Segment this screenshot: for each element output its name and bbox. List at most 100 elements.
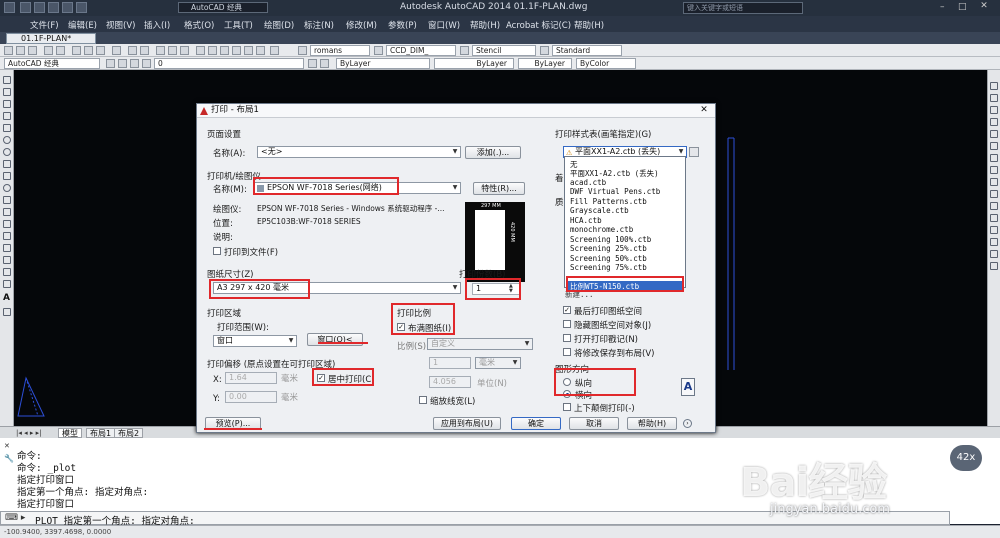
polyline-icon[interactable] — [3, 100, 11, 108]
textstyle-combo[interactable]: Stencil — [472, 45, 536, 56]
plot-style-option[interactable]: Screening 50%.ctb — [570, 254, 647, 263]
menu-help-2[interactable]: 帮助(H) — [574, 19, 604, 31]
color-combo[interactable]: ByLayer — [336, 58, 430, 69]
upside-down-checkbox[interactable] — [563, 403, 571, 411]
tablestyle-combo[interactable]: Standard — [552, 45, 622, 56]
plot-stamp-checkbox[interactable] — [563, 334, 571, 342]
zoom-realtime-icon[interactable] — [168, 46, 177, 55]
line-icon[interactable] — [3, 76, 11, 84]
markup-icon[interactable] — [244, 46, 253, 55]
offset-icon[interactable] — [990, 118, 998, 126]
layer-combo[interactable]: 0 — [154, 58, 304, 69]
plot-style-option[interactable]: Fill Patterns.ctb — [570, 197, 647, 206]
cancel-button[interactable]: 取消 — [569, 417, 619, 430]
plot-paperspace-last-checkbox[interactable]: ✓ — [563, 306, 571, 314]
open-icon[interactable] — [34, 2, 45, 13]
plot-style-option[interactable]: Screening 75%.ctb — [570, 263, 647, 272]
undo-tool-icon[interactable] — [128, 46, 137, 55]
zoom-window-icon[interactable] — [180, 46, 189, 55]
help-button[interactable]: 帮助(H) — [627, 417, 677, 430]
scale-den-input[interactable]: 4.056 — [429, 376, 471, 388]
font-combo[interactable]: romans — [310, 45, 370, 56]
copy-object-icon[interactable] — [990, 94, 998, 102]
more-options-icon[interactable]: › — [683, 419, 692, 428]
printer-properties-button[interactable]: 特性(R)... — [473, 182, 525, 195]
spline-icon[interactable] — [3, 172, 11, 180]
tablestyle-icon[interactable] — [540, 46, 549, 55]
dimstyle-combo[interactable]: CCD_DIM_ — [386, 45, 456, 56]
maximize-icon[interactable]: □ — [958, 2, 968, 12]
text-style-icon[interactable] — [298, 46, 307, 55]
properties-icon[interactable] — [196, 46, 205, 55]
hide-paperspace-checkbox[interactable] — [563, 320, 571, 328]
search-input[interactable]: 键入关键字或短语 — [683, 2, 803, 14]
plot-style-option[interactable]: Screening 100%.ctb — [570, 235, 651, 244]
tab-nav-arrows[interactable]: |◂ ◂ ▸ ▸| — [16, 429, 41, 437]
menu-dimension[interactable]: 标注(N) — [304, 19, 334, 31]
region-icon[interactable] — [3, 268, 11, 276]
lightbulb-icon[interactable] — [118, 59, 127, 68]
table-icon[interactable] — [3, 280, 11, 288]
workspace-select[interactable]: AutoCAD 经典 — [4, 58, 100, 69]
menu-tools[interactable]: 工具(T) — [224, 19, 253, 31]
copy-icon[interactable] — [84, 46, 93, 55]
rotate-icon[interactable] — [990, 154, 998, 162]
menu-window[interactable]: 窗口(W) — [428, 19, 460, 31]
gradient-icon[interactable] — [3, 256, 11, 264]
sun-icon[interactable] — [130, 59, 139, 68]
make-block-icon[interactable] — [3, 220, 11, 228]
menu-view[interactable]: 视图(V) — [106, 19, 135, 31]
workspace-combo[interactable]: AutoCAD 经典 — [178, 2, 268, 13]
point-icon[interactable] — [3, 232, 11, 240]
scale-lineweights-checkbox[interactable] — [419, 396, 427, 404]
tab-layout1[interactable]: 布局1 — [86, 428, 116, 438]
open-file-icon[interactable] — [16, 46, 25, 55]
layer-previous-icon[interactable] — [320, 59, 329, 68]
plot-style-option[interactable]: HCA.ctb — [570, 216, 602, 225]
ellipse-icon[interactable] — [3, 184, 11, 192]
plot-style-option[interactable]: Screening 25%.ctb — [570, 244, 647, 253]
edit-plotstyle-icon[interactable] — [689, 147, 699, 157]
make-current-icon[interactable] — [308, 59, 317, 68]
mirror-icon[interactable] — [990, 106, 998, 114]
undo-icon[interactable] — [62, 2, 73, 13]
tab-model[interactable]: 模型 — [58, 428, 82, 438]
menu-parameter[interactable]: 参数(P) — [388, 19, 417, 31]
polygon-icon[interactable] — [3, 112, 11, 120]
new-file-icon[interactable] — [4, 46, 13, 55]
menu-insert[interactable]: 插入(I) — [144, 19, 170, 31]
extend-icon[interactable] — [990, 202, 998, 210]
dialog-close-icon[interactable]: ✕ — [697, 105, 711, 116]
save-to-layout-checkbox[interactable] — [563, 348, 571, 356]
arc-icon[interactable] — [3, 136, 11, 144]
hatch-icon[interactable] — [3, 244, 11, 252]
apply-to-layout-button[interactable]: 应用到布局(U) — [433, 417, 501, 430]
menu-acrobat[interactable]: Acrobat 标记(C) — [506, 19, 571, 31]
document-tab[interactable]: 01.1F-PLAN* — [6, 33, 96, 44]
tab-layout2[interactable]: 布局2 — [114, 428, 144, 438]
add-page-setup-button[interactable]: 添加(.)... — [465, 146, 521, 159]
menu-edit[interactable]: 编辑(E) — [68, 19, 97, 31]
menu-draw[interactable]: 绘图(D) — [264, 19, 294, 31]
print-icon[interactable] — [44, 46, 53, 55]
match-props-icon[interactable] — [112, 46, 121, 55]
pan-icon[interactable] — [156, 46, 165, 55]
insert-block-icon[interactable] — [3, 208, 11, 216]
window-pick-button[interactable]: 窗口(O)< — [307, 333, 363, 346]
tool-palettes-icon[interactable] — [220, 46, 229, 55]
save-icon[interactable] — [48, 2, 59, 13]
join-icon[interactable] — [990, 226, 998, 234]
mtext-icon[interactable]: A — [3, 294, 11, 303]
plot-style-option[interactable]: DWF Virtual Pens.ctb — [570, 187, 660, 196]
sheet-set-icon[interactable] — [232, 46, 241, 55]
scale-unit-select[interactable]: 毫米 ▼ — [475, 357, 521, 369]
scale-num-input[interactable]: 1 — [429, 357, 471, 369]
design-center-icon[interactable] — [208, 46, 217, 55]
menu-file[interactable]: 文件(F) — [30, 19, 59, 31]
calculator-icon[interactable] — [256, 46, 265, 55]
plot-style-option[interactable]: Grayscale.ctb — [570, 206, 629, 215]
scale-icon[interactable] — [990, 166, 998, 174]
paste-icon[interactable] — [96, 46, 105, 55]
add-selected-icon[interactable] — [3, 308, 11, 316]
lock-icon[interactable] — [142, 59, 151, 68]
